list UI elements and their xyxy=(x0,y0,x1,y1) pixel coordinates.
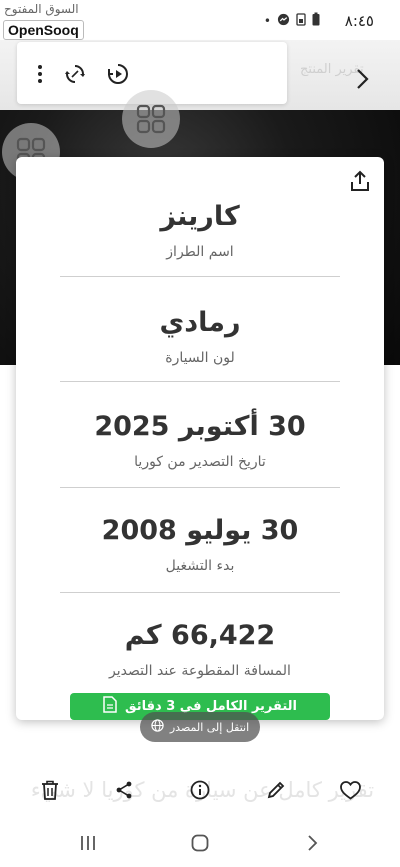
field-label: المسافة المقطوعة عند التصدير xyxy=(109,663,291,679)
favorite-icon[interactable] xyxy=(335,775,365,805)
field-value: رمادي xyxy=(159,307,241,338)
field-value: كارينز xyxy=(160,201,240,232)
divider xyxy=(60,276,340,277)
field-value: 30 يوليو 2008 xyxy=(101,515,299,546)
field-model: كارينز اسم الطراز xyxy=(60,197,340,263)
back-arrow-icon[interactable] xyxy=(349,64,375,94)
field-label: تاريخ التصدير من كوريا xyxy=(134,454,266,470)
opensooq-watermark: السوق المفتوح OpenSooq xyxy=(0,0,96,44)
edit-icon[interactable] xyxy=(261,775,291,805)
action-bar xyxy=(0,770,400,810)
go-to-source-label: انتقل إلى المصدر xyxy=(169,720,250,734)
field-value: 66,422 كم xyxy=(124,620,276,651)
field-export-date: 30 أكتوبر 2025 تاريخ التصدير من كوريا xyxy=(60,407,340,473)
divider xyxy=(60,592,340,593)
share-icon[interactable] xyxy=(109,775,139,805)
recent-apps-icon[interactable] xyxy=(73,830,103,856)
field-color: رمادي لون السيارة xyxy=(60,303,340,369)
system-nav-bar xyxy=(0,818,400,867)
share-upload-icon[interactable] xyxy=(346,167,374,195)
field-start-date: 30 يوليو 2008 بدء التشغيل xyxy=(60,511,340,577)
watermark-logo: OpenSooq xyxy=(3,20,84,40)
field-label: بدء التشغيل xyxy=(165,558,235,574)
delete-icon[interactable] xyxy=(35,775,65,805)
globe-icon xyxy=(151,719,164,735)
go-to-source-button[interactable]: انتقل إلى المصدر xyxy=(140,712,260,742)
report-card: كارينز اسم الطراز رمادي لون السيارة 30 أ… xyxy=(16,157,384,720)
sync-icon[interactable] xyxy=(60,59,90,89)
messenger-icon xyxy=(277,13,290,29)
field-mileage: 66,422 كم المسافة المقطوعة عند التصدير xyxy=(60,616,340,682)
nav-back-icon[interactable] xyxy=(297,830,327,856)
field-label: لون السيارة xyxy=(165,350,235,366)
notification-dot-icon: • xyxy=(263,13,271,28)
home-icon[interactable] xyxy=(185,830,215,856)
status-time: ٨:٤٥ xyxy=(344,12,374,30)
divider xyxy=(60,381,340,382)
battery-icon xyxy=(312,12,320,29)
document-icon xyxy=(103,696,117,717)
field-value: 30 أكتوبر 2025 xyxy=(94,411,306,442)
info-icon[interactable] xyxy=(185,775,215,805)
sim-icon xyxy=(296,12,306,29)
more-icon[interactable] xyxy=(25,59,55,89)
field-label: اسم الطراز xyxy=(166,244,234,260)
watermark-arabic: السوق المفتوح xyxy=(4,2,79,16)
status-icons: • xyxy=(264,12,320,29)
divider xyxy=(60,487,340,488)
play-icon[interactable] xyxy=(103,59,133,89)
gallery-grid-icon[interactable] xyxy=(122,90,180,148)
